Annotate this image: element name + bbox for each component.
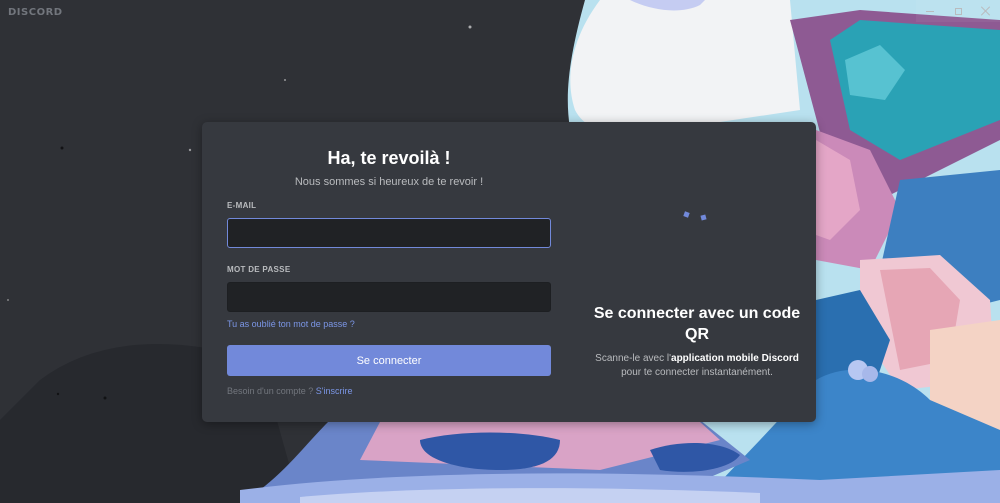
login-button[interactable]: Se connecter — [227, 345, 551, 376]
email-field[interactable] — [227, 218, 551, 248]
maximize-button[interactable] — [944, 0, 972, 22]
app-logo: DISCORD — [8, 7, 63, 18]
minimize-button[interactable] — [916, 0, 944, 22]
register-row: Besoin d'un compte ? S'inscrire — [227, 384, 551, 398]
close-button[interactable] — [972, 0, 1000, 22]
titlebar: DISCORD — [0, 0, 1000, 22]
app-window: DISCORD Ha, te revoilà ! Nous sommes si … — [0, 0, 1000, 503]
qr-desc-app-name: application mobile Discord — [671, 353, 799, 364]
forgot-password-link[interactable]: Tu as oublié ton mot de passe ? — [227, 317, 355, 331]
close-icon — [981, 6, 991, 16]
password-label: MOT DE PASSE — [227, 265, 291, 274]
page-subtitle: Nous sommes si heureux de te revoir ! — [294, 176, 484, 188]
password-field[interactable] — [227, 282, 551, 312]
qr-title: Se connecter avec un code QR — [593, 305, 801, 343]
email-label: E-MAIL — [227, 201, 257, 210]
qr-code-loading — [683, 211, 707, 221]
login-modal: Ha, te revoilà ! Nous sommes si heureux … — [202, 122, 816, 422]
maximize-icon — [954, 7, 962, 15]
register-prompt: Besoin d'un compte ? — [227, 386, 314, 396]
page-title: Ha, te revoilà ! — [327, 148, 451, 168]
qr-description: Scanne-le avec l'application mobile Disc… — [590, 352, 804, 380]
minimize-icon — [926, 10, 934, 12]
qr-desc-text-end: pour te connecter instantanément. — [621, 367, 773, 378]
qr-desc-text: Scanne-le avec l' — [595, 353, 672, 364]
window-controls — [916, 0, 1000, 22]
login-form: Ha, te revoilà ! Nous sommes si heureux … — [227, 146, 551, 398]
qr-login-section: Se connecter avec un code QR Scanne-le a… — [590, 122, 804, 422]
register-link[interactable]: S'inscrire — [316, 386, 353, 396]
